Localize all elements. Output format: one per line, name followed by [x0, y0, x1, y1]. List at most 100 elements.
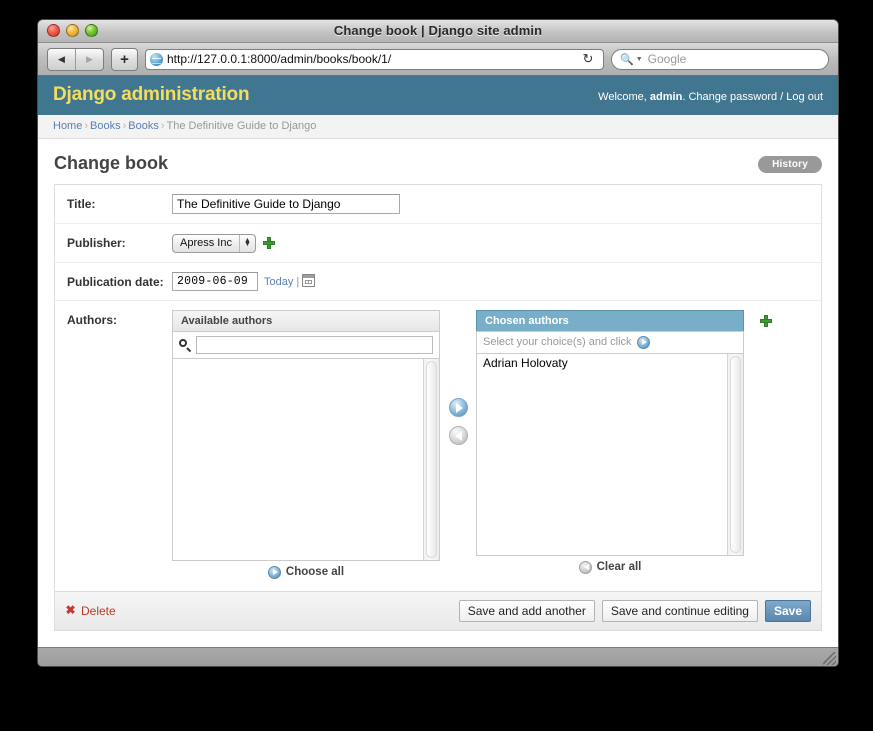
new-tab-button[interactable]: +	[111, 48, 138, 71]
breadcrumb-separator-1: ›	[82, 120, 90, 132]
reload-icon[interactable]: ↻	[577, 49, 599, 70]
available-authors-listbox[interactable]	[172, 358, 440, 561]
today-link[interactable]: Today	[264, 276, 293, 288]
delete-icon: ✖	[65, 605, 76, 616]
object-tools: History	[758, 154, 822, 173]
user-tools: Welcome, admin. Change password / Log ou…	[598, 91, 823, 103]
page-title: Change book	[54, 153, 822, 174]
authors-selector: Available authors	[172, 310, 809, 582]
chosen-authors-scrollbar[interactable]	[727, 354, 743, 555]
window-titlebar: Change book | Django site admin	[38, 20, 838, 43]
title-input[interactable]	[172, 194, 400, 214]
scrollbar-thumb[interactable]	[730, 356, 741, 553]
welcome-punctuation: .	[682, 91, 685, 103]
navigation-buttons: ◀ ▶	[47, 48, 104, 71]
usertools-separator: /	[780, 91, 783, 103]
available-authors-panel: Available authors	[172, 310, 440, 582]
choose-all-label: Choose all	[286, 566, 344, 578]
add-publisher-icon[interactable]	[263, 237, 275, 249]
browser-toolbar: ◀ ▶ + http://127.0.0.1:8000/admin/books/…	[38, 43, 838, 76]
breadcrumb-books-model[interactable]: Books	[128, 120, 159, 132]
available-authors-filter	[172, 331, 440, 358]
browser-status-bar	[38, 647, 838, 666]
form-row-title: Title:	[55, 185, 821, 224]
field-authors: Available authors	[172, 310, 809, 582]
add-author-icon[interactable]	[760, 315, 772, 327]
chevron-down-icon[interactable]: ▼	[636, 56, 643, 63]
publisher-select[interactable]: Apress Inc ▲▼	[172, 234, 256, 253]
forward-button[interactable]: ▶	[75, 49, 103, 70]
admin-header: Django administration Welcome, admin. Ch…	[38, 76, 838, 115]
submit-buttons: Save and add another Save and continue e…	[459, 600, 811, 622]
calendar-icon[interactable]	[302, 276, 315, 288]
select-arrows-icon: ▲▼	[239, 235, 255, 252]
globe-icon	[150, 53, 163, 66]
history-button[interactable]: History	[758, 156, 822, 173]
add-author-wrap	[744, 310, 772, 331]
scrollbar-thumb[interactable]	[426, 361, 437, 558]
available-authors-scrollbar[interactable]	[423, 359, 439, 560]
form-row-publication-date: Publication date: Today |	[55, 263, 821, 301]
clear-all-label: Clear all	[597, 561, 642, 573]
breadcrumb-separator-3: ›	[159, 120, 167, 132]
arrow-right-icon	[268, 566, 281, 579]
save-button[interactable]: Save	[765, 600, 811, 622]
back-button[interactable]: ◀	[48, 49, 75, 70]
date-shortcuts: Today |	[264, 274, 315, 288]
breadcrumb-home[interactable]: Home	[53, 120, 82, 132]
window-title: Change book | Django site admin	[38, 23, 838, 38]
chosen-hint-text: Select your choice(s) and click	[483, 336, 632, 348]
field-publisher: Apress Inc ▲▼	[172, 233, 809, 253]
field-title	[172, 194, 809, 214]
delete-label: Delete	[81, 604, 116, 618]
search-icon: 🔍	[620, 53, 634, 66]
label-publisher: Publisher:	[67, 233, 172, 251]
search-icon	[179, 339, 191, 351]
field-publication-date: Today |	[172, 272, 809, 291]
breadcrumb-books-app[interactable]: Books	[90, 120, 121, 132]
address-bar-url: http://127.0.0.1:8000/admin/books/book/1…	[167, 52, 577, 66]
clear-all-link[interactable]: Clear all	[579, 561, 642, 574]
username: admin	[650, 91, 682, 103]
publication-date-input[interactable]	[172, 272, 258, 291]
chosen-authors-listbox[interactable]: Adrian Holovaty	[476, 353, 744, 556]
change-form-module: Title: Publisher: Apress Inc ▲▼	[54, 184, 822, 592]
browser-window: Change book | Django site admin ◀ ▶ + ht…	[37, 19, 839, 667]
publisher-select-wrap: Apress Inc ▲▼	[172, 234, 275, 253]
change-password-link[interactable]: Change password	[688, 91, 777, 103]
choose-all-link[interactable]: Choose all	[268, 566, 344, 579]
remove-selected-button[interactable]	[449, 426, 468, 445]
form-row-publisher: Publisher: Apress Inc ▲▼	[55, 224, 821, 263]
page-viewport: Django administration Welcome, admin. Ch…	[38, 76, 838, 647]
label-publication-date: Publication date:	[67, 272, 172, 290]
resize-grip[interactable]	[823, 652, 836, 665]
form-row-authors: Authors: Available authors	[55, 301, 821, 591]
address-bar[interactable]: http://127.0.0.1:8000/admin/books/book/1…	[145, 49, 604, 70]
browser-search-field[interactable]: 🔍 ▼ Google	[611, 49, 829, 70]
breadcrumb: Home›Books›Books›The Definitive Guide to…	[38, 115, 838, 139]
arrow-right-icon	[637, 336, 650, 349]
submit-row: ✖ Delete Save and add another Save and c…	[54, 592, 822, 631]
chosen-authors-hint: Select your choice(s) and click	[476, 331, 744, 353]
available-authors-title: Available authors	[172, 310, 440, 331]
list-item[interactable]: Adrian Holovaty	[477, 354, 743, 372]
clear-all-action: Clear all	[476, 556, 744, 577]
arrow-left-icon	[579, 561, 592, 574]
save-and-add-another-button[interactable]: Save and add another	[459, 600, 595, 622]
label-title: Title:	[67, 194, 172, 212]
breadcrumb-current: The Definitive Guide to Django	[167, 120, 317, 132]
author-filter-input[interactable]	[196, 336, 433, 354]
welcome-text: Welcome,	[598, 91, 647, 103]
logout-link[interactable]: Log out	[786, 91, 823, 103]
admin-content: History Change book Title: Publisher:	[38, 139, 838, 631]
chosen-authors-panel: Chosen authors Select your choice(s) and…	[476, 310, 744, 577]
selector-chooser	[440, 310, 476, 445]
chosen-hint-wrap: Select your choice(s) and click	[483, 336, 650, 349]
add-selected-button[interactable]	[449, 398, 468, 417]
choose-all-action: Choose all	[172, 561, 440, 582]
browser-search-placeholder: Google	[648, 52, 687, 66]
shortcut-divider: |	[296, 276, 299, 288]
delete-link[interactable]: ✖ Delete	[65, 604, 116, 618]
save-and-continue-button[interactable]: Save and continue editing	[602, 600, 758, 622]
chosen-authors-title: Chosen authors	[476, 310, 744, 331]
